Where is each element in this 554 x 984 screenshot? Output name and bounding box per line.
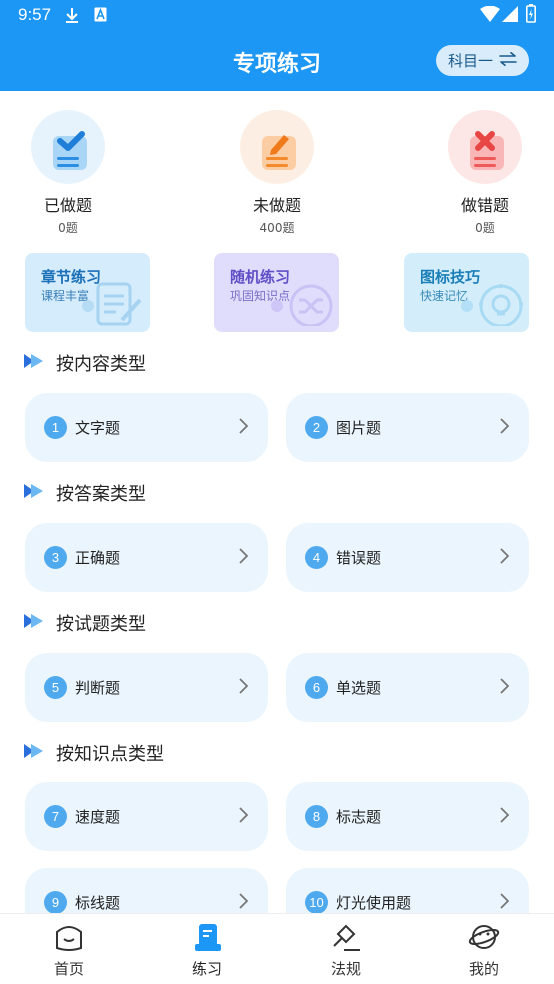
section-title: 按内容类型 <box>56 354 146 375</box>
list-item-wrong-questions[interactable]: 4 错误题 <box>286 523 529 592</box>
item-number-badge: 10 <box>305 891 328 914</box>
item-number-badge: 9 <box>44 891 67 914</box>
gavel-icon <box>330 924 362 956</box>
section-play-icon <box>24 743 46 764</box>
stat-label: 未做题 <box>252 196 301 215</box>
nav-label: 我的 <box>468 960 499 978</box>
status-time: 9:57 <box>18 5 52 24</box>
item-number-badge: 4 <box>305 546 328 569</box>
list-item-judgment-questions[interactable]: 5 判断题 <box>25 653 268 722</box>
stat-count: 0题 <box>475 221 495 235</box>
nav-label: 练习 <box>191 960 222 978</box>
nav-tab-home[interactable]: 首页 <box>29 922 109 979</box>
download-icon <box>64 7 80 28</box>
section-header-content-type: 按内容类型 <box>24 350 146 376</box>
battery-icon <box>526 4 536 27</box>
chevron-right-icon <box>499 677 510 698</box>
chevron-right-icon <box>499 417 510 438</box>
section-title: 按知识点类型 <box>56 744 164 765</box>
item-label: 标志题 <box>336 808 382 826</box>
random-practice-card[interactable]: 随机练习 巩固知识点 <box>214 253 339 332</box>
bottom-navigation: 首页 练习 法规 我的 <box>0 913 554 984</box>
list-item-correct-questions[interactable]: 3 正确题 <box>25 523 268 592</box>
nav-tab-mine[interactable]: 我的 <box>444 922 524 979</box>
item-label: 正确题 <box>75 549 121 567</box>
document-edit-icon <box>82 276 146 330</box>
item-label: 标线题 <box>75 894 121 912</box>
item-number-badge: 5 <box>44 676 67 699</box>
nav-tab-regulations[interactable]: 法规 <box>306 922 386 979</box>
list-item-speed-questions[interactable]: 7 速度题 <box>25 782 268 851</box>
item-number-badge: 3 <box>44 546 67 569</box>
chevron-right-icon <box>499 892 510 913</box>
stat-wrong[interactable]: 做错题 0题 <box>430 110 540 236</box>
subject-switch-button[interactable]: 科目一 <box>436 45 529 76</box>
list-item-text-questions[interactable]: 1 文字题 <box>25 393 268 462</box>
chevron-right-icon <box>238 892 249 913</box>
shuffle-icon <box>271 276 335 330</box>
status-bar: 9:57 <box>0 0 554 30</box>
chapter-practice-card[interactable]: 章节练习 课程丰富 <box>25 253 150 332</box>
signal-icon <box>502 6 518 26</box>
undone-questions-icon <box>240 110 314 184</box>
section-title: 按试题类型 <box>56 614 146 635</box>
item-number-badge: 2 <box>305 416 328 439</box>
subject-label: 科目一 <box>447 52 493 70</box>
nav-tab-practice[interactable]: 练习 <box>167 922 247 979</box>
chevron-right-icon <box>499 806 510 827</box>
planet-face-icon <box>468 925 500 956</box>
switch-arrows-icon <box>499 51 517 70</box>
section-header-knowledge-type: 按知识点类型 <box>24 740 164 766</box>
section-play-icon <box>24 613 46 634</box>
section-title: 按答案类型 <box>56 484 146 505</box>
section-play-icon <box>24 353 46 374</box>
wrong-questions-icon <box>448 110 522 184</box>
item-label: 速度题 <box>75 808 121 826</box>
lightbulb-icon <box>461 276 525 330</box>
home-face-icon <box>53 926 85 956</box>
stat-label: 做错题 <box>460 196 509 215</box>
stat-done[interactable]: 已做题 0题 <box>13 110 123 236</box>
app-header: 9:57 专项练习 科目一 <box>0 0 554 91</box>
stat-count: 400题 <box>259 221 295 235</box>
item-label: 判断题 <box>75 679 121 697</box>
chevron-right-icon <box>238 417 249 438</box>
item-label: 错误题 <box>336 549 382 567</box>
chevron-right-icon <box>238 677 249 698</box>
section-header-answer-type: 按答案类型 <box>24 480 146 506</box>
list-item-single-choice-questions[interactable]: 6 单选题 <box>286 653 529 722</box>
item-number-badge: 6 <box>305 676 328 699</box>
item-number-badge: 7 <box>44 805 67 828</box>
icon-tips-card[interactable]: 图标技巧 快速记忆 <box>404 253 529 332</box>
section-header-question-type: 按试题类型 <box>24 610 146 636</box>
item-number-badge: 8 <box>305 805 328 828</box>
wifi-icon <box>480 5 500 26</box>
chevron-right-icon <box>238 806 249 827</box>
chevron-right-icon <box>238 547 249 568</box>
section-play-icon <box>24 483 46 504</box>
stat-label: 已做题 <box>43 196 92 215</box>
nav-label: 法规 <box>330 960 361 978</box>
item-label: 图片题 <box>336 419 382 437</box>
stat-undone[interactable]: 未做题 400题 <box>222 110 332 236</box>
nav-label: 首页 <box>53 960 84 978</box>
item-number-badge: 1 <box>44 416 67 439</box>
chevron-right-icon <box>499 547 510 568</box>
done-questions-icon <box>31 110 105 184</box>
stat-count: 0题 <box>58 221 78 235</box>
list-item-image-questions[interactable]: 2 图片题 <box>286 393 529 462</box>
item-label: 单选题 <box>336 679 382 697</box>
list-item-sign-questions[interactable]: 8 标志题 <box>286 782 529 851</box>
practice-book-icon <box>191 924 223 956</box>
accessibility-a-icon <box>94 7 107 26</box>
item-label: 灯光使用题 <box>336 894 412 912</box>
item-label: 文字题 <box>75 419 121 437</box>
